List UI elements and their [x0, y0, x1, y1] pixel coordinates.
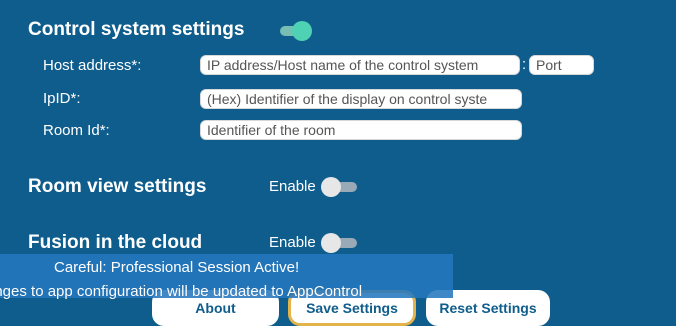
fusion-toggle[interactable]	[321, 233, 359, 253]
ipid-label: IpID*:	[43, 90, 81, 107]
host-address-input[interactable]: IP address/Host name of the control syst…	[200, 55, 520, 75]
toast-config-text: anges to app configuration will be updat…	[0, 283, 363, 300]
room-view-toggle[interactable]	[321, 177, 359, 197]
host-port-separator: :	[522, 56, 527, 73]
toast-warning-text: Careful: Professional Session Active!	[54, 259, 300, 276]
toggle-knob	[321, 177, 341, 197]
room-id-label: Room Id*:	[43, 122, 110, 139]
control-system-title: Control system settings	[28, 19, 245, 40]
host-address-label: Host address*:	[43, 57, 142, 74]
fusion-enable-label: Enable	[269, 234, 316, 251]
room-view-title: Room view settings	[28, 176, 207, 197]
toggle-knob	[321, 233, 341, 253]
room-id-input[interactable]: Identifier of the room	[200, 120, 522, 140]
control-system-toggle[interactable]	[274, 21, 312, 41]
port-input[interactable]: Port	[529, 55, 594, 75]
toggle-knob	[292, 21, 312, 41]
fusion-title: Fusion in the cloud	[28, 232, 203, 253]
room-view-enable-label: Enable	[269, 178, 316, 195]
ipid-input[interactable]: (Hex) Identifier of the display on contr…	[200, 89, 522, 109]
